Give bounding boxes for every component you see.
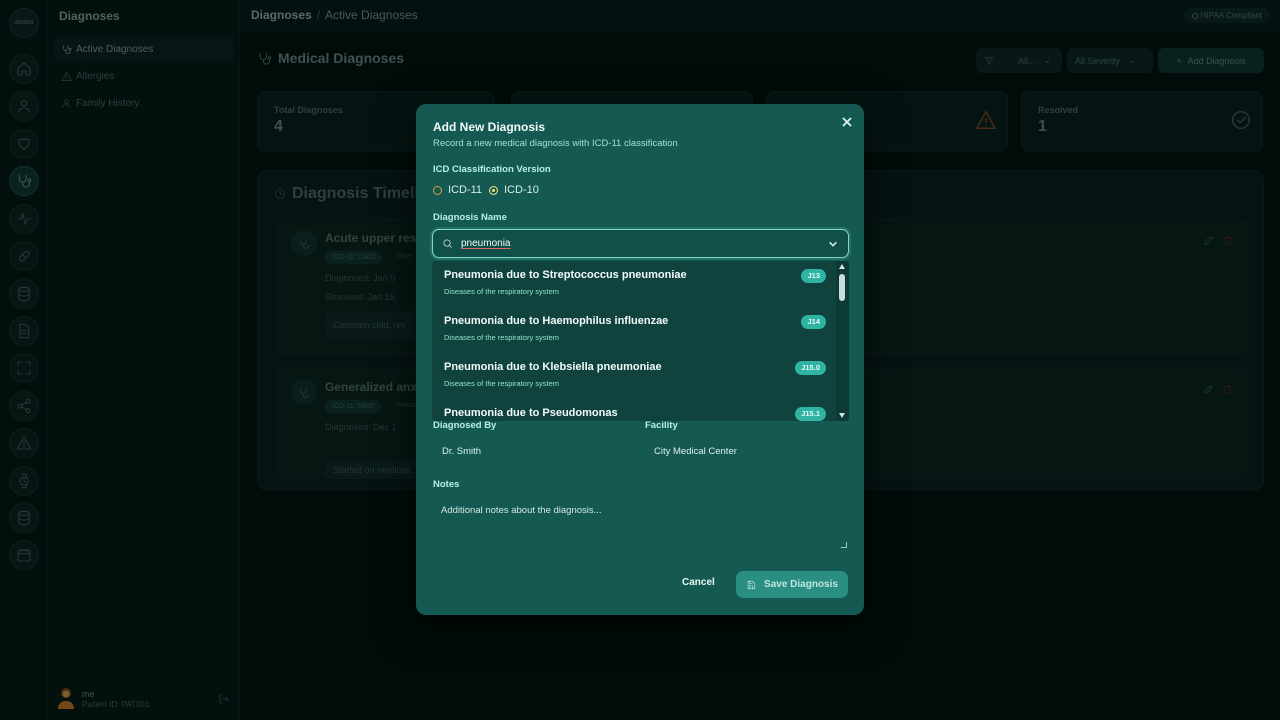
chevron-down-icon[interactable] <box>828 239 838 249</box>
facility-label: Facility <box>645 420 678 431</box>
list-item[interactable]: Pneumonia due to Streptococcus pneumonia… <box>432 261 836 307</box>
modal-title: Add New Diagnosis <box>433 120 546 134</box>
suggestion-name: Pneumonia due to Streptococcus pneumonia… <box>444 269 687 281</box>
diagnosis-name-label: Diagnosis Name <box>433 212 507 223</box>
notes-label: Notes <box>433 479 460 490</box>
icd-code-badge: J13 <box>801 269 826 283</box>
radio-circle[interactable] <box>433 185 442 195</box>
save-diagnosis-button[interactable]: Save Diagnosis <box>736 571 848 598</box>
add-diagnosis-modal: Add New Diagnosis Record a new medical d… <box>416 104 864 615</box>
diagnosed-by-label: Diagnosed By <box>433 420 497 431</box>
modal-subtitle: Record a new medical diagnosis with ICD-… <box>433 138 678 149</box>
suggestion-category: Diseases of the respiratory system <box>444 379 560 388</box>
scroll-up-arrow[interactable] <box>839 264 845 269</box>
list-item[interactable]: Pneumonia due to Pseudomonas J15.1 <box>432 399 836 421</box>
list-item[interactable]: Pneumonia due to Klebsiella pneumoniae D… <box>432 353 836 399</box>
list-item[interactable]: Pneumonia due to Haemophilus influenzae … <box>432 307 836 353</box>
notes-textarea[interactable]: Additional notes about the diagnosis... <box>432 497 849 550</box>
radio-label: ICD-10 <box>504 184 539 196</box>
icd-code-badge: J14 <box>801 315 826 329</box>
scroll-down-arrow[interactable] <box>839 413 845 418</box>
scrollbar-thumb[interactable] <box>839 274 845 301</box>
facility-field[interactable]: City Medical Center <box>654 446 737 457</box>
radio-icd-11[interactable]: ICD-11 <box>433 184 482 196</box>
icd-version-label: ICD Classification Version <box>433 164 551 175</box>
suggestion-name: Pneumonia due to Pseudomonas <box>444 407 618 419</box>
radio-icd-10[interactable]: ICD-10 <box>489 184 539 196</box>
radio-label: ICD-11 <box>448 184 483 196</box>
icd-code-badge: J15.1 <box>795 407 826 421</box>
scrollbar[interactable] <box>836 261 849 421</box>
search-value[interactable]: pneumonia <box>461 238 510 249</box>
radio-circle-selected[interactable] <box>489 185 498 195</box>
suggestion-category: Diseases of the respiratory system <box>444 333 560 342</box>
notes-placeholder: Additional notes about the diagnosis... <box>441 505 602 516</box>
diagnosed-by-field[interactable]: Dr. Smith <box>442 446 481 457</box>
resize-handle[interactable] <box>841 542 847 548</box>
close-icon[interactable] <box>841 115 853 127</box>
suggestion-name: Pneumonia due to Haemophilus influenzae <box>444 315 669 327</box>
search-icon <box>443 239 452 248</box>
icd-code-badge: J15.0 <box>795 361 826 375</box>
suggestion-name: Pneumonia due to Klebsiella pneumoniae <box>444 361 662 373</box>
cancel-button[interactable]: Cancel <box>682 577 715 588</box>
diagnosis-suggestions-list: Pneumonia due to Streptococcus pneumonia… <box>432 261 849 421</box>
suggestion-category: Diseases of the respiratory system <box>444 287 560 296</box>
diagnosis-search-input[interactable]: pneumonia <box>432 229 849 258</box>
save-icon <box>747 580 756 589</box>
save-label: Save Diagnosis <box>764 579 838 590</box>
